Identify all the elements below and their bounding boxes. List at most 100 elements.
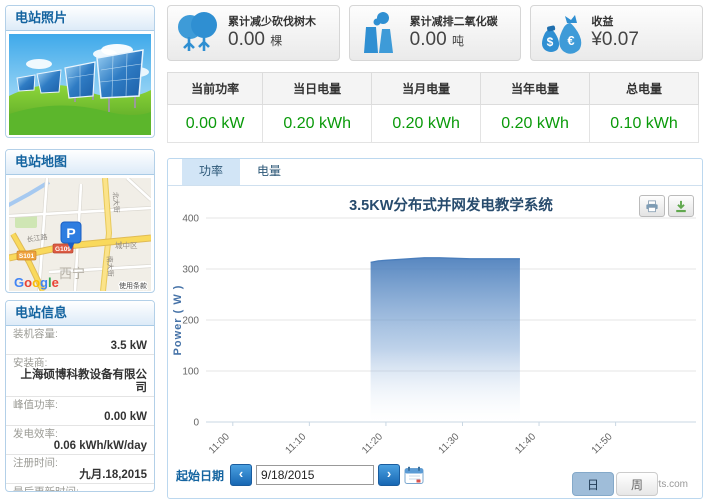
- stats-value: 0.20 kWh: [481, 105, 590, 143]
- svg-text:11:30: 11:30: [437, 431, 462, 456]
- card-value: 0.00: [410, 29, 447, 50]
- chart-title: 3.5KW分布式并网发电教学系统: [349, 196, 553, 214]
- stats-value: 0.10 kWh: [590, 105, 699, 143]
- card-text: 累计减少砍伐树木 0.00 棵: [228, 15, 316, 52]
- chart-export-buttons: [639, 195, 694, 217]
- info-value: 0.06 kWh/kW/day: [13, 440, 147, 453]
- card-label: 累计减排二氧化碳: [410, 15, 498, 29]
- map-terms-link[interactable]: 使用条款: [119, 281, 147, 290]
- info-label: 装机容量:: [13, 328, 147, 340]
- chart-tabs: 功率 电量: [168, 159, 702, 186]
- info-row: 峰值功率: 0.00 kW: [6, 397, 154, 426]
- info-label: 最后更新时间:: [13, 486, 147, 492]
- main-content: 累计减少砍伐树木 0.00 棵 累计减排二氧化碳 0.00 吨: [167, 0, 703, 499]
- info-row: 发电效率: 0.06 kWh/kW/day: [6, 426, 154, 455]
- station-photo-panel: 电站照片: [5, 5, 155, 138]
- svg-text:11:40: 11:40: [513, 431, 538, 456]
- svg-text:300: 300: [182, 265, 199, 276]
- svg-text:11:00: 11:00: [207, 431, 232, 456]
- svg-text:P: P: [66, 225, 75, 241]
- chart-panel: 功率 电量: [167, 158, 703, 499]
- info-value: 0.00 kW: [13, 411, 147, 424]
- day-view-button[interactable]: 日: [572, 472, 614, 496]
- energy-stats-table: 当前功率 当日电量 当月电量 当年电量 总电量 0.00 kW 0.20 kWh…: [167, 72, 699, 143]
- stats-col-header: 当月电量: [372, 73, 481, 105]
- info-value: 上海硕博科教设备有限公司: [13, 369, 147, 395]
- map-district-label: 城中区: [115, 240, 138, 250]
- plot-area: 010020030040011:0011:1011:2011:3011:4011…: [182, 214, 696, 457]
- cooling-towers-icon: [356, 11, 402, 55]
- svg-text:11:50: 11:50: [590, 431, 615, 456]
- map-panel-title: 电站地图: [6, 150, 154, 175]
- svg-text:11:20: 11:20: [360, 431, 385, 456]
- info-label: 注册时间:: [13, 457, 147, 469]
- stats-value-row: 0.00 kW 0.20 kWh 0.20 kWh 0.20 kWh 0.10 …: [168, 105, 699, 143]
- station-photo: [6, 31, 154, 138]
- download-chart-button[interactable]: [668, 195, 694, 217]
- card-label: 收益: [591, 15, 639, 29]
- info-row: 装机容量: 3.5 kW: [6, 326, 154, 355]
- power-area-series: [371, 258, 520, 422]
- info-label: 发电效率:: [13, 428, 147, 440]
- info-row: 安装商: 上海硕博科教设备有限公司: [6, 355, 154, 397]
- card-income: $ € 收益 ¥0.07: [530, 5, 703, 61]
- svg-text:400: 400: [182, 214, 199, 225]
- card-value: ¥0.07: [591, 29, 639, 50]
- info-label: 安装商:: [13, 357, 147, 369]
- week-view-button[interactable]: 周: [616, 472, 658, 496]
- stats-col-header: 总电量: [590, 73, 699, 105]
- money-bags-icon: $ €: [537, 11, 583, 55]
- stats-value: 0.00 kW: [168, 105, 263, 143]
- printer-icon: [645, 200, 659, 213]
- tab-energy[interactable]: 电量: [240, 159, 298, 185]
- info-rows: 装机容量: 3.5 kW 安装商: 上海硕博科教设备有限公司 峰值功率: 0.0…: [6, 326, 154, 492]
- card-text: 累计减排二氧化碳 0.00 吨: [410, 15, 498, 52]
- start-date-input[interactable]: [256, 465, 374, 485]
- stats-col-header: 当日电量: [263, 73, 372, 105]
- svg-text:100: 100: [182, 367, 199, 378]
- download-icon: [674, 200, 688, 213]
- print-chart-button[interactable]: [639, 195, 665, 217]
- card-co2-reduced: 累计减排二氧化碳 0.00 吨: [349, 5, 522, 61]
- stats-col-header: 当前功率: [168, 73, 263, 105]
- card-label: 累计减少砍伐树木: [228, 15, 316, 29]
- card-unit: 棵: [270, 34, 282, 48]
- map-city-label: 西宁: [59, 266, 85, 281]
- route-badge-s101: S101: [17, 251, 36, 260]
- svg-text:€: €: [568, 33, 575, 48]
- info-row: 注册时间: 九月.18,2015: [6, 455, 154, 484]
- station-map-panel: 电站地图 长江路 北大街 南大街 城中区: [5, 149, 155, 293]
- google-map[interactable]: 长江路 北大街 南大街 城中区 西宁 G109 S101 P Google 使用…: [6, 175, 154, 293]
- svg-text:0: 0: [193, 418, 199, 429]
- info-value: 3.5 kW: [13, 340, 147, 353]
- info-label: 峰值功率:: [13, 399, 147, 411]
- card-value: 0.00: [228, 29, 265, 50]
- prev-date-button[interactable]: ‹: [230, 464, 252, 486]
- start-date-label: 起始日期: [176, 467, 224, 484]
- power-area-chart: 3.5KW分布式并网发电教学系统 Power ( W ) 01002003004…: [168, 186, 702, 484]
- svg-text:$: $: [547, 35, 554, 49]
- card-trees-saved: 累计减少砍伐树木 0.00 棵: [167, 5, 340, 61]
- station-info-panel: 电站信息 装机容量: 3.5 kW 安装商: 上海硕博科教设备有限公司 峰值功率…: [5, 300, 155, 492]
- photo-panel-title: 电站照片: [6, 6, 154, 31]
- stats-value: 0.20 kWh: [263, 105, 372, 143]
- next-date-button[interactable]: ›: [378, 464, 400, 486]
- stats-value: 0.20 kWh: [372, 105, 481, 143]
- svg-text:S101: S101: [19, 253, 35, 260]
- summary-cards: 累计减少砍伐树木 0.00 棵 累计减排二氧化碳 0.00 吨: [167, 5, 703, 61]
- card-text: 收益 ¥0.07: [591, 15, 639, 51]
- trees-icon: [174, 11, 220, 55]
- solar-panels-photo: [9, 34, 151, 135]
- card-unit: 吨: [452, 34, 464, 48]
- info-panel-title: 电站信息: [6, 301, 154, 326]
- svg-text:G109: G109: [55, 246, 71, 253]
- calendar-picker-icon[interactable]: [404, 466, 424, 485]
- google-logo[interactable]: Google: [14, 275, 59, 290]
- map-canvas[interactable]: 长江路 北大街 南大街 城中区 西宁 G109 S101 P Google 使用…: [9, 178, 151, 291]
- info-row: 最后更新时间: 九月.18 11:27,GMT +8,2015: [6, 484, 154, 492]
- stats-col-header: 当年电量: [481, 73, 590, 105]
- svg-text:200: 200: [182, 316, 199, 327]
- info-value: 九月.18,2015: [13, 469, 147, 482]
- tab-power[interactable]: 功率: [182, 159, 240, 185]
- stats-header-row: 当前功率 当日电量 当月电量 当年电量 总电量: [168, 73, 699, 105]
